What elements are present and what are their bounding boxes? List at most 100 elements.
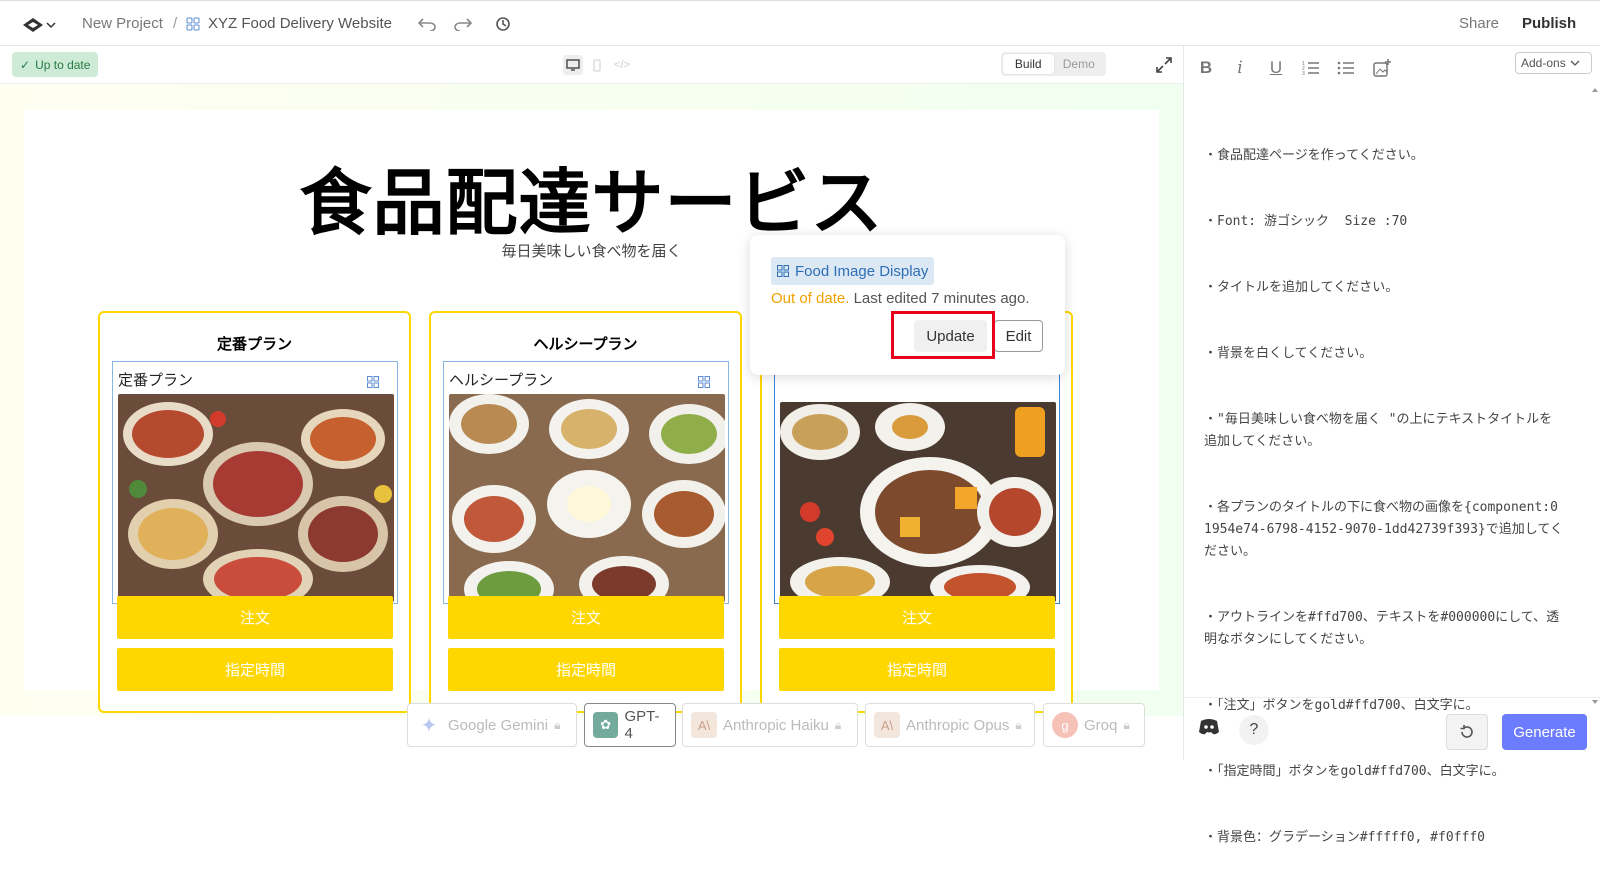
model-gpt-4[interactable]: ✿ GPT-4 — [584, 703, 676, 747]
plan-title: 定番プラン — [216, 336, 292, 353]
model-label: GPT-4 — [624, 708, 660, 742]
underline-icon[interactable]: U — [1264, 56, 1288, 80]
desktop-view-icon[interactable] — [563, 55, 583, 75]
breadcrumb-project[interactable]: New Project — [82, 15, 163, 32]
model-label: Groq — [1084, 716, 1118, 734]
mobile-view-icon[interactable] — [587, 55, 607, 75]
prompt-line: ・食品配達ページを作ってください。 — [1204, 148, 1424, 163]
editor-footer: ? Generate — [1184, 697, 1600, 760]
component-status: Out of date. Last edited 7 minutes ago. — [771, 290, 1030, 307]
prompt-line: ・背景色：グラデーション#fffff0, #f0fff0 — [1204, 830, 1485, 845]
page-title: 食品配達サービス — [299, 161, 884, 245]
food-image-component[interactable]: ヘルシープラン — [443, 361, 729, 604]
anthropic-icon: A\ — [874, 712, 900, 738]
demo-tab[interactable]: Demo — [1054, 54, 1105, 74]
status-label: Up to date — [35, 57, 91, 72]
check-icon: ✓ — [20, 57, 31, 72]
prompt-editor-panel: B i U 123 Add-ons ・食品配達ページを作ってください。 ・Fon… — [1183, 46, 1600, 845]
scheduled-time-button[interactable]: 指定時間 — [448, 648, 724, 691]
top-bar: New Project / XYZ Food Delivery Website … — [0, 0, 1600, 46]
order-button[interactable]: 注文 — [117, 596, 393, 639]
addons-select[interactable]: Add-ons — [1515, 52, 1592, 74]
reset-icon[interactable] — [1446, 714, 1488, 750]
groq-icon: g — [1052, 712, 1078, 738]
component-grid-icon — [186, 17, 200, 35]
edit-button[interactable]: Edit — [994, 320, 1043, 352]
component-name: Food Image Display — [795, 262, 929, 280]
food-image-component[interactable]: 定番プラン — [112, 361, 398, 604]
prompt-line: ・各プランのタイトルの下に食べ物の画像を{component:01954e74-… — [1204, 500, 1563, 559]
expand-icon[interactable] — [1154, 55, 1174, 75]
model-anthropic-opus[interactable]: A\ Anthropic Opus 🔒︎ — [865, 703, 1035, 747]
model-label: Anthropic Haiku — [723, 716, 829, 734]
gemini-icon: ✦ — [420, 714, 438, 737]
addons-label: Add-ons — [1521, 56, 1566, 70]
model-anthropic-haiku[interactable]: A\ Anthropic Haiku 🔒︎ — [682, 703, 858, 747]
anthropic-icon: A\ — [691, 712, 717, 738]
order-button[interactable]: 注文 — [448, 596, 724, 639]
publish-button[interactable]: Publish — [1522, 15, 1576, 32]
mode-toggle: Build Demo — [1001, 52, 1106, 76]
image-label: ヘルシープラン — [449, 372, 554, 389]
preview-toolbar: ✓ Up to date </> Build Demo — [0, 46, 1183, 84]
add-image-icon[interactable] — [1370, 56, 1394, 80]
build-tab[interactable]: Build — [1003, 54, 1054, 74]
app-logo-menu[interactable] — [22, 14, 60, 36]
bullet-list-icon[interactable] — [1334, 56, 1358, 80]
prompt-line: ・Font: 游ゴシック Size :70 — [1204, 214, 1408, 229]
ordered-list-icon[interactable]: 123 — [1299, 56, 1323, 80]
bold-icon[interactable]: B — [1194, 56, 1218, 80]
lock-icon: 🔒︎ — [554, 717, 561, 732]
food-image-component[interactable] — [774, 361, 1060, 604]
scheduled-time-button[interactable]: 指定時間 — [117, 648, 393, 691]
highlight-box — [891, 311, 995, 359]
prompt-line: ・"毎日美味しい食べ物を届く "の上にテキストタイトルを追加してください。 — [1204, 412, 1553, 449]
generate-button[interactable]: Generate — [1502, 714, 1587, 750]
out-of-date-label: Out of date. — [771, 290, 850, 307]
scheduled-time-button[interactable]: 指定時間 — [779, 648, 1055, 691]
model-groq[interactable]: g Groq 🔒︎ — [1043, 703, 1145, 747]
scrollbar[interactable] — [1590, 86, 1600, 706]
discord-icon[interactable] — [1198, 718, 1220, 741]
image-label: 定番プラン — [118, 372, 194, 389]
plan-title: ヘルシープラン — [533, 336, 638, 353]
order-button[interactable]: 注文 — [779, 596, 1055, 639]
food-photo — [780, 402, 1056, 602]
redo-icon[interactable] — [452, 13, 474, 35]
svg-text:3: 3 — [1302, 71, 1305, 76]
share-button[interactable]: Share — [1459, 15, 1499, 32]
breadcrumb-file[interactable]: XYZ Food Delivery Website — [208, 15, 392, 32]
lock-icon: 🔒︎ — [1123, 717, 1130, 732]
generated-page: 食品配達サービス 毎日美味しい食べ物を届く 定番プラン 定番プラン 注文 指定時… — [24, 110, 1159, 713]
lock-icon: 🔒︎ — [1015, 717, 1022, 732]
plan-card: ヘルシープラン ヘルシープラン 注文 指定時間 — [429, 311, 742, 713]
help-icon[interactable]: ? — [1239, 715, 1269, 745]
plan-card: 定番プラン 定番プラン 注文 指定時間 — [98, 311, 411, 713]
component-grid-icon[interactable] — [363, 372, 383, 392]
last-edited-label: Last edited 7 minutes ago. — [853, 290, 1030, 307]
chevron-down-icon — [1570, 60, 1580, 66]
openai-icon: ✿ — [593, 712, 619, 738]
status-badge: ✓ Up to date — [12, 52, 99, 77]
code-view-icon[interactable]: </> — [612, 55, 632, 75]
chevron-down-icon — [46, 22, 56, 29]
component-grid-icon[interactable] — [694, 372, 714, 392]
component-tag[interactable]: Food Image Display — [771, 257, 935, 285]
model-google-gemini[interactable]: ✦ Google Gemini 🔒︎ — [407, 703, 577, 747]
food-photo — [118, 394, 394, 602]
italic-icon[interactable]: i — [1228, 56, 1252, 80]
model-label: Google Gemini — [448, 716, 549, 734]
preview-canvas: 食品配達サービス 毎日美味しい食べ物を届く 定番プラン 定番プラン 注文 指定時… — [0, 84, 1183, 716]
undo-icon[interactable] — [416, 13, 438, 35]
food-photo — [449, 394, 725, 602]
prompt-text[interactable]: ・食品配達ページを作ってください。 ・Font: 游ゴシック Size :70 … — [1204, 101, 1564, 893]
lock-icon: 🔒︎ — [834, 717, 842, 732]
prompt-line: ・アウトラインを#ffd700、テキストを#000000にして、透明なボタンにし… — [1204, 610, 1560, 647]
prompt-line: ・背景を白くしてください。 — [1204, 346, 1373, 361]
prompt-line: ・「指定時間」ボタンをgold#ffd700、白文字に。 — [1204, 764, 1505, 779]
model-label: Anthropic Opus — [906, 716, 1010, 734]
history-icon[interactable] — [492, 13, 514, 35]
logo-icon — [23, 18, 43, 32]
prompt-line: ・タイトルを追加してください。 — [1204, 280, 1399, 295]
component-grid-icon — [777, 265, 789, 277]
